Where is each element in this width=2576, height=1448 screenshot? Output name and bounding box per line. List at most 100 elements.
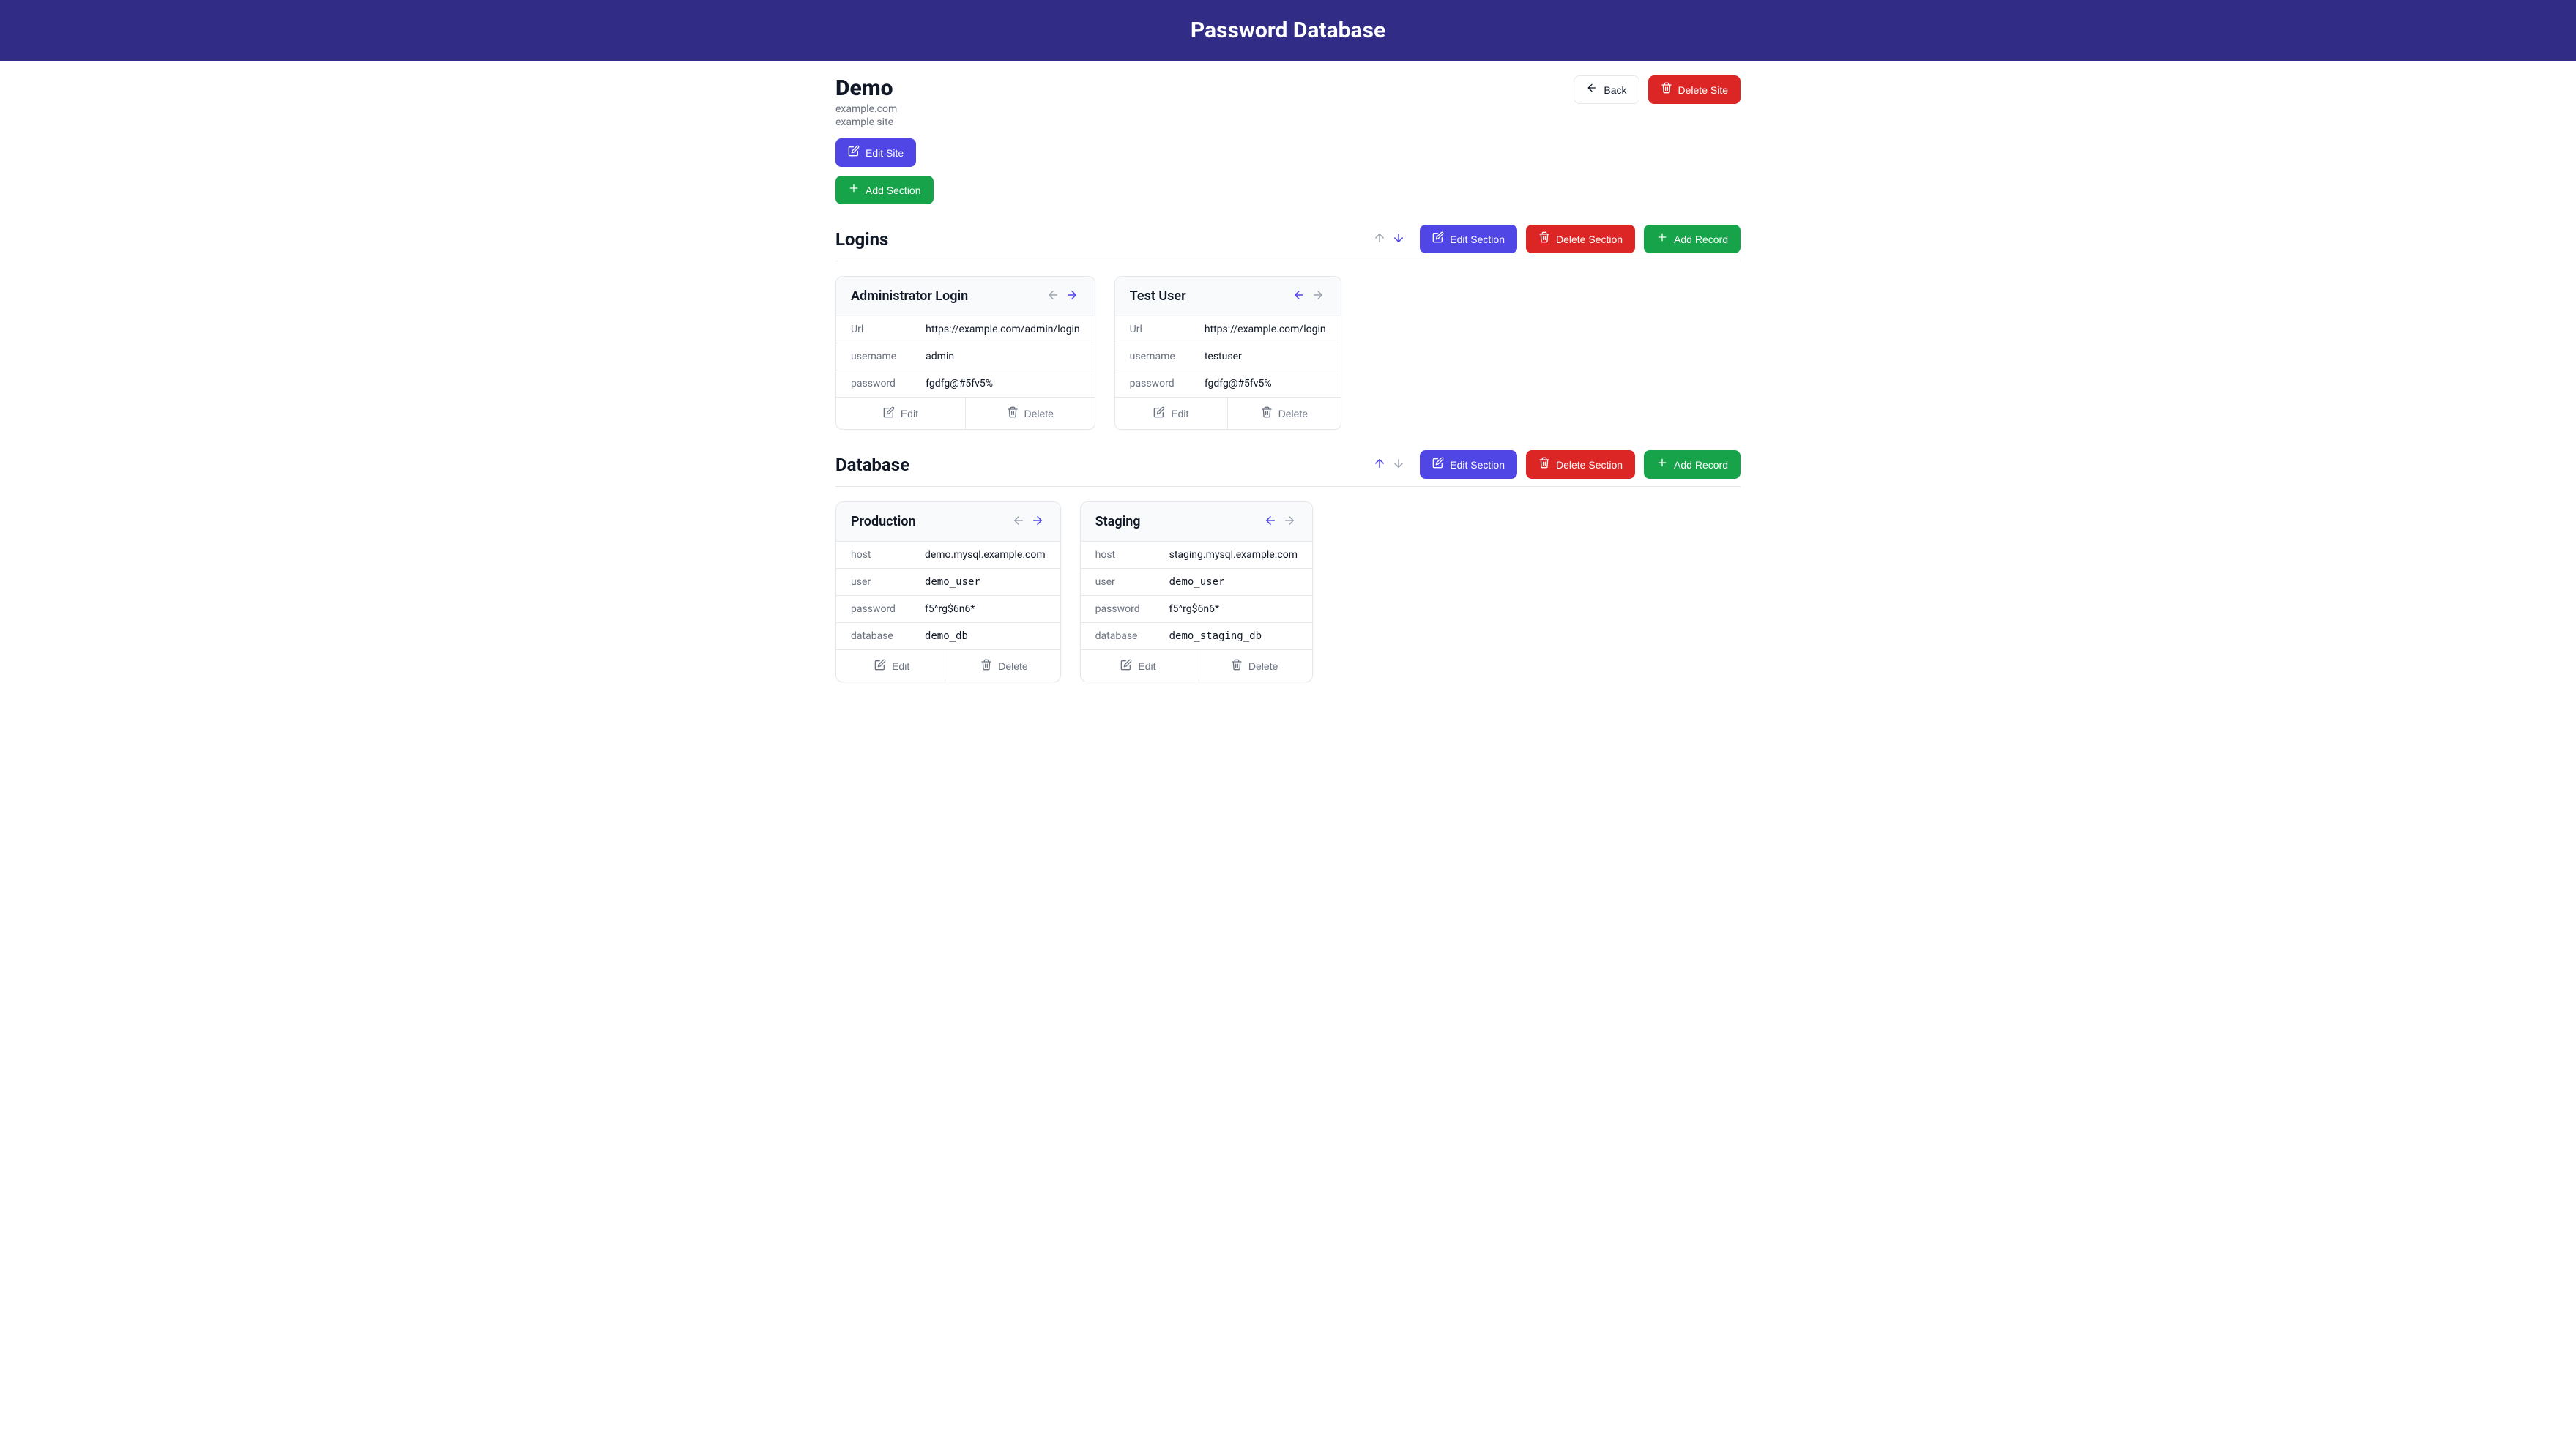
record-field-row: databasedemo_staging_db <box>1081 623 1312 650</box>
edit-section-label: Edit Section <box>1450 458 1505 472</box>
trash-icon <box>1661 82 1672 97</box>
move-section-up-button <box>1371 230 1388 248</box>
move-section-down-button <box>1391 455 1407 474</box>
trash-icon <box>1538 231 1550 247</box>
add-record-label: Add Record <box>1674 458 1728 472</box>
move-section-down-button[interactable] <box>1391 230 1407 248</box>
delete-site-button[interactable]: Delete Site <box>1648 75 1741 104</box>
record-title: Test User <box>1130 288 1186 304</box>
field-key: database <box>836 623 910 650</box>
field-key: host <box>1081 542 1155 569</box>
add-record-label: Add Record <box>1674 232 1728 247</box>
add-section-label: Add Section <box>866 183 921 198</box>
arrow-right-icon <box>1065 288 1079 304</box>
edit-icon <box>874 659 886 673</box>
edit-section-button[interactable]: Edit Section <box>1420 450 1517 479</box>
field-key: password <box>1115 370 1190 398</box>
field-value: demo_db <box>910 623 1060 650</box>
field-value: f5^rg$6n6* <box>1155 596 1312 623</box>
move-record-right-button <box>1281 512 1298 531</box>
arrow-right-icon <box>1031 514 1044 529</box>
record-card: Staging hoststaging.mysql.example.comuser… <box>1080 501 1313 682</box>
site-description: example site <box>835 116 934 128</box>
move-record-right-button[interactable] <box>1064 287 1080 305</box>
move-record-left-button[interactable] <box>1291 287 1307 305</box>
field-value: fgdfg@#5fv5% <box>911 370 1094 398</box>
edit-section-button[interactable]: Edit Section <box>1420 225 1517 253</box>
records-row: Productionhostdemo.mysql.example.comuser… <box>835 501 1741 682</box>
field-key: username <box>836 343 911 370</box>
field-key: Url <box>836 316 911 343</box>
move-record-left-button <box>1010 512 1027 531</box>
delete-site-label: Delete Site <box>1678 83 1728 97</box>
arrow-down-icon <box>1392 457 1405 472</box>
edit-site-button[interactable]: Edit Site <box>835 138 916 167</box>
plus-icon <box>1656 231 1668 247</box>
delete-label: Delete <box>1278 408 1308 419</box>
section-title: Logins <box>835 229 888 250</box>
field-value: demo.mysql.example.com <box>910 542 1060 569</box>
move-section-up-button[interactable] <box>1371 455 1388 474</box>
record-field-row: Urlhttps://example.com/login <box>1115 316 1341 343</box>
arrow-right-icon <box>1311 288 1325 304</box>
edit-icon <box>848 145 860 160</box>
delete-section-button[interactable]: Delete Section <box>1526 450 1635 479</box>
move-record-left-button[interactable] <box>1262 512 1278 531</box>
arrow-up-icon <box>1373 457 1386 472</box>
delete-record-button[interactable]: Delete <box>948 650 1060 682</box>
add-record-button[interactable]: Add Record <box>1644 450 1741 479</box>
record-title: Staging <box>1095 514 1141 529</box>
edit-label: Edit <box>892 660 909 672</box>
site-domain: example.com <box>835 103 934 115</box>
records-row: Administrator LoginUrlhttps://example.co… <box>835 276 1741 430</box>
back-button[interactable]: Back <box>1574 75 1639 104</box>
arrow-left-icon <box>1012 514 1025 529</box>
edit-label: Edit <box>1138 660 1155 672</box>
move-record-right-button[interactable] <box>1030 512 1046 531</box>
edit-record-button[interactable]: Edit <box>1081 650 1196 682</box>
record-card: Production hostdemo.mysql.example.comuser… <box>835 501 1061 682</box>
edit-record-button[interactable]: Edit <box>836 650 948 682</box>
field-value: staging.mysql.example.com <box>1155 542 1312 569</box>
record-field-row: passwordf5^rg$6n6* <box>1081 596 1312 623</box>
plus-icon <box>1656 457 1668 472</box>
record-field-row: passwordf5^rg$6n6* <box>836 596 1060 623</box>
edit-label: Edit <box>901 408 918 419</box>
field-key: host <box>836 542 910 569</box>
delete-label: Delete <box>1248 660 1278 672</box>
add-record-button[interactable]: Add Record <box>1644 225 1741 253</box>
edit-icon <box>1153 406 1165 420</box>
delete-record-button[interactable]: Delete <box>1227 398 1340 429</box>
record-title: Production <box>851 514 916 529</box>
arrow-left-icon <box>1292 288 1306 304</box>
arrow-left-icon <box>1264 514 1277 529</box>
field-key: user <box>836 569 910 596</box>
record-title: Administrator Login <box>851 288 968 304</box>
record-field-row: usernameadmin <box>836 343 1095 370</box>
record-field-row: Urlhttps://example.com/admin/login <box>836 316 1095 343</box>
field-value: https://example.com/login <box>1190 316 1341 343</box>
arrow-left-icon <box>1586 82 1598 97</box>
trash-icon <box>1538 457 1550 472</box>
delete-section-button[interactable]: Delete Section <box>1526 225 1635 253</box>
delete-record-button[interactable]: Delete <box>965 398 1095 429</box>
move-record-right-button <box>1310 287 1326 305</box>
delete-label: Delete <box>998 660 1027 672</box>
record-field-row: hostdemo.mysql.example.com <box>836 542 1060 569</box>
arrow-down-icon <box>1392 231 1405 247</box>
move-record-left-button <box>1045 287 1061 305</box>
edit-icon <box>1432 457 1444 472</box>
app-title: Password Database <box>0 18 2576 43</box>
add-section-button[interactable]: Add Section <box>835 176 934 204</box>
field-value: demo_user <box>1155 569 1312 596</box>
edit-record-button[interactable]: Edit <box>836 398 965 429</box>
edit-record-button[interactable]: Edit <box>1115 398 1227 429</box>
delete-label: Delete <box>1024 408 1054 419</box>
back-label: Back <box>1604 83 1626 97</box>
delete-record-button[interactable]: Delete <box>1196 650 1312 682</box>
edit-icon <box>1120 659 1132 673</box>
record-field-row: hoststaging.mysql.example.com <box>1081 542 1312 569</box>
trash-icon <box>1261 406 1273 420</box>
record-field-row: userdemo_user <box>1081 569 1312 596</box>
field-key: user <box>1081 569 1155 596</box>
